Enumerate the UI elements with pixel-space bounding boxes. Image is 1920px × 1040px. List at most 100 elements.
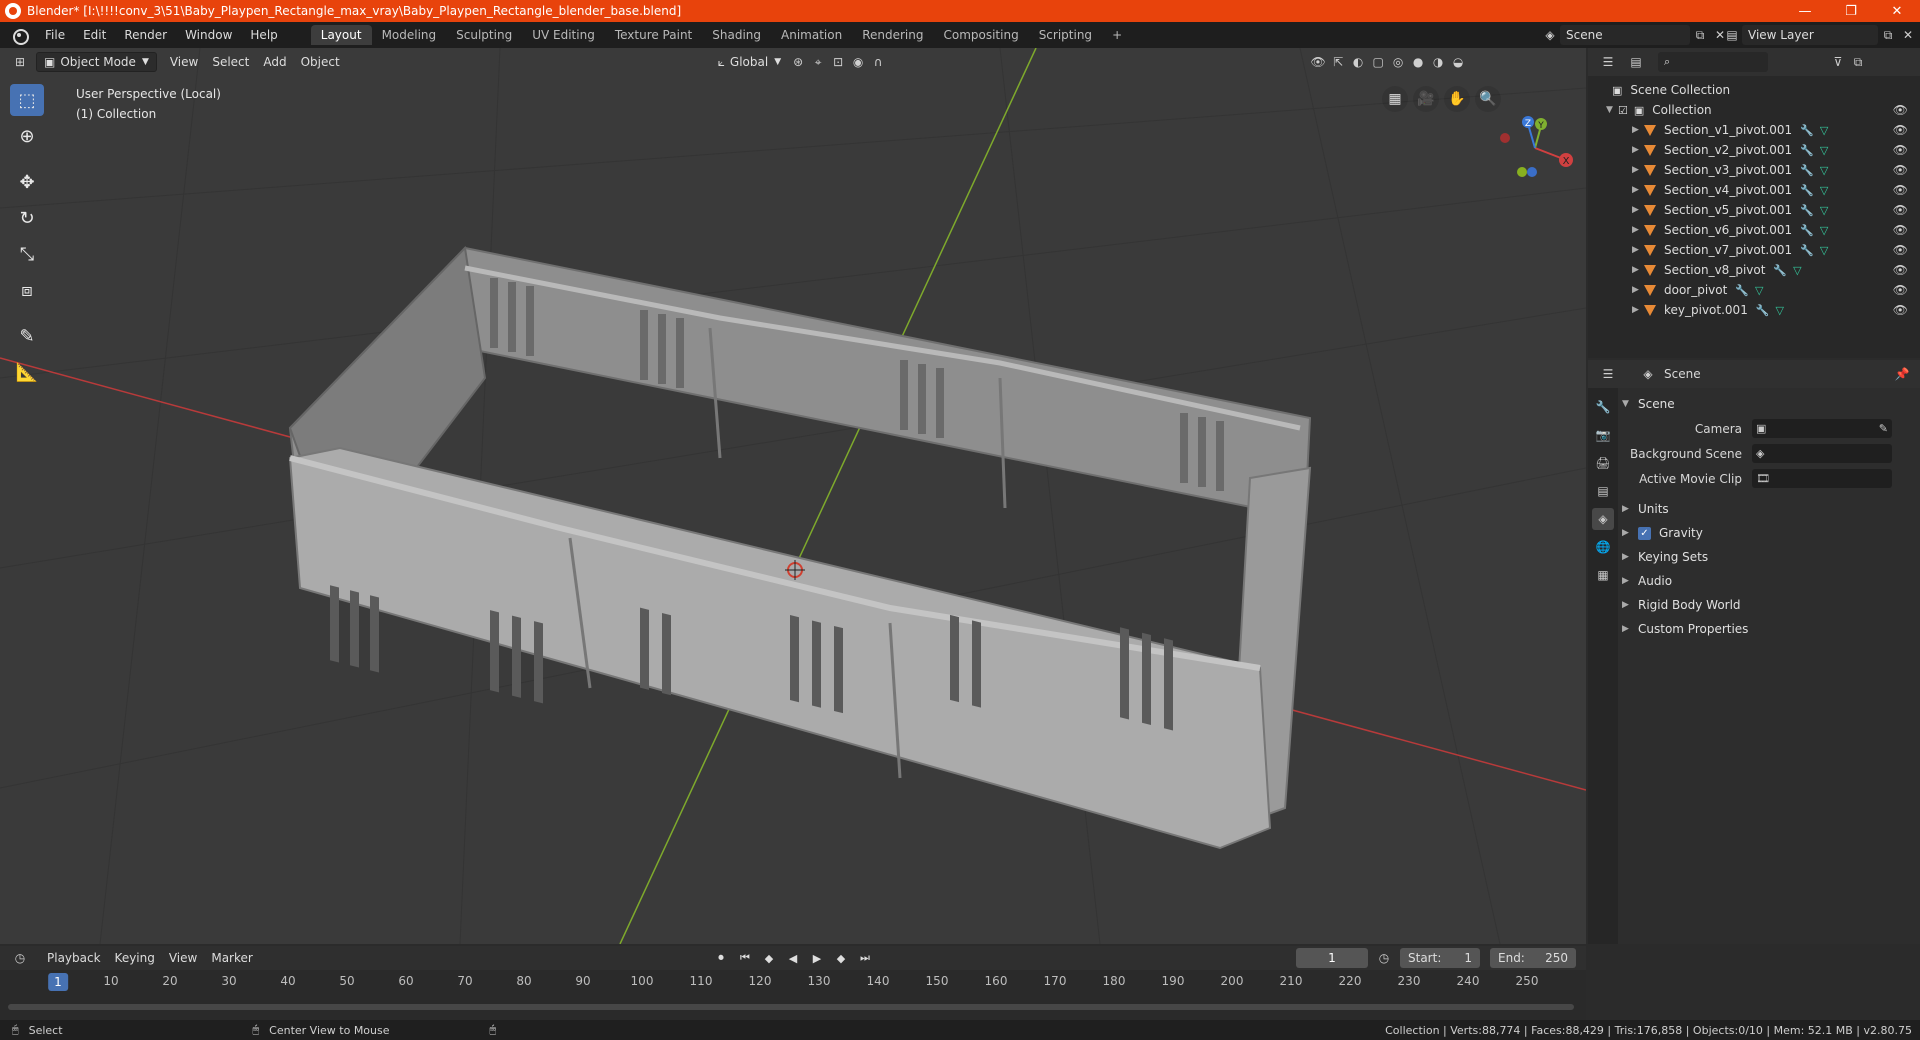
expand-arrow-icon[interactable]: ▶ xyxy=(1632,245,1644,255)
mesh-data-icon[interactable]: ▽ xyxy=(1820,244,1828,257)
new-collection-icon[interactable]: ⧉ xyxy=(1848,52,1868,72)
proportional-edit-icon[interactable]: ◉ xyxy=(848,52,868,72)
end-frame-field[interactable]: End: 250 xyxy=(1490,948,1576,968)
modifier-wrench-icon[interactable]: 🔧 xyxy=(1800,244,1814,257)
3d-viewport[interactable]: ⊞ ▣ Object Mode ▼ View Select Add Object… xyxy=(0,48,1586,944)
view-layer-name-field[interactable]: View Layer xyxy=(1742,25,1878,45)
outliner-object-row[interactable]: ▶ Section_v5_pivot.001 🔧 ▽ 👁 xyxy=(1588,200,1920,220)
tab-animation[interactable]: Animation xyxy=(771,25,852,45)
menu-render[interactable]: Render xyxy=(115,22,176,48)
viewport-scene[interactable] xyxy=(0,48,1586,944)
scene-selector[interactable]: ◈ Scene ⧉ ✕ xyxy=(1540,25,1730,45)
expand-arrow-icon[interactable]: ▶ xyxy=(1632,265,1644,275)
editor-type-icon[interactable]: ◷ xyxy=(10,948,30,968)
current-frame-field[interactable]: 1 xyxy=(1296,948,1368,968)
scene-collection-row[interactable]: ▣ Scene Collection xyxy=(1588,80,1920,100)
frame-ruler[interactable]: 1 10 20 30 40 50 60 70 80 90 100 110 120… xyxy=(0,970,1586,994)
minimize-button[interactable]: — xyxy=(1782,0,1828,22)
tab-shading[interactable]: Shading xyxy=(702,25,771,45)
mesh-data-icon[interactable]: ▽ xyxy=(1793,264,1801,277)
outliner-object-row[interactable]: ▶ Section_v8_pivot 🔧 ▽ 👁 xyxy=(1588,260,1920,280)
menu-edit[interactable]: Edit xyxy=(74,22,115,48)
tab-uv-editing[interactable]: UV Editing xyxy=(522,25,605,45)
stopwatch-icon[interactable]: ◷ xyxy=(1374,948,1394,968)
texture-tab-icon[interactable]: ▦ xyxy=(1592,564,1614,586)
add-menu[interactable]: Add xyxy=(256,52,293,72)
rendered-shading-icon[interactable]: ◒ xyxy=(1448,52,1468,72)
xray-toggle-icon[interactable]: ▢ xyxy=(1368,52,1388,72)
navigation-gizmo[interactable]: X Y Z xyxy=(1370,88,1580,208)
outliner-object-row[interactable]: ▶ Section_v3_pivot.001 🔧 ▽ 👁 xyxy=(1588,160,1920,180)
mesh-data-icon[interactable]: ▽ xyxy=(1776,304,1784,317)
expand-arrow-icon[interactable]: ▶ xyxy=(1622,624,1638,634)
new-scene-icon[interactable]: ⧉ xyxy=(1690,25,1710,45)
wireframe-shading-icon[interactable]: ◎ xyxy=(1388,52,1408,72)
units-panel-header[interactable]: ▶ Units xyxy=(1622,497,1918,521)
tab-sculpting[interactable]: Sculpting xyxy=(446,25,522,45)
delete-view-layer-icon[interactable]: ✕ xyxy=(1898,25,1918,45)
world-tab-icon[interactable]: 🌐 xyxy=(1592,536,1614,558)
tool-tab-icon[interactable]: 🔧 xyxy=(1592,396,1614,418)
pin-icon[interactable]: 📌 xyxy=(1892,364,1912,384)
collapse-arrow-icon[interactable]: ▼ xyxy=(1606,105,1618,115)
add-workspace-button[interactable]: + xyxy=(1102,25,1132,45)
rigid-body-world-panel-header[interactable]: ▶ Rigid Body World xyxy=(1622,593,1918,617)
eye-icon[interactable]: 👁 xyxy=(1893,103,1908,117)
expand-arrow-icon[interactable]: ▶ xyxy=(1632,285,1644,295)
mesh-data-icon[interactable]: ▽ xyxy=(1755,284,1763,297)
outliner-search-input[interactable]: ⌕ xyxy=(1658,52,1768,72)
measure-tool-icon[interactable]: 📐 xyxy=(10,356,44,388)
render-tab-icon[interactable]: 📷 xyxy=(1592,424,1614,446)
start-frame-field[interactable]: Start: 1 xyxy=(1400,948,1480,968)
eyedropper-icon[interactable]: ✎ xyxy=(1879,422,1888,435)
next-keyframe-icon[interactable]: ◆ xyxy=(832,948,850,968)
scene-panel-header[interactable]: ▼ Scene xyxy=(1622,392,1918,416)
new-view-layer-icon[interactable]: ⧉ xyxy=(1878,25,1898,45)
object-menu[interactable]: Object xyxy=(294,52,347,72)
prev-keyframe-icon[interactable]: ◆ xyxy=(760,948,778,968)
transform-tool-icon[interactable]: ⧈ xyxy=(10,274,44,306)
overlay-toggle-icon[interactable]: ◐ xyxy=(1348,52,1368,72)
keying-sets-panel-header[interactable]: ▶ Keying Sets xyxy=(1622,545,1918,569)
mesh-data-icon[interactable]: ▽ xyxy=(1820,224,1828,237)
select-menu[interactable]: Select xyxy=(205,52,256,72)
snap-icon[interactable]: ⌖ xyxy=(808,52,828,72)
visibility-icon[interactable]: 👁 xyxy=(1308,52,1328,72)
pivot-point-icon[interactable]: ⊛ xyxy=(788,52,808,72)
material-shading-icon[interactable]: ◑ xyxy=(1428,52,1448,72)
expand-arrow-icon[interactable]: ▶ xyxy=(1632,225,1644,235)
playhead-frame-indicator[interactable]: 1 xyxy=(48,973,68,991)
expand-arrow-icon[interactable]: ▶ xyxy=(1622,504,1638,514)
move-tool-icon[interactable]: ✥ xyxy=(10,166,44,198)
blender-menu-icon[interactable] xyxy=(10,26,29,45)
outliner-object-row[interactable]: ▶ Section_v6_pivot.001 🔧 ▽ 👁 xyxy=(1588,220,1920,240)
display-mode-icon[interactable]: ▤ xyxy=(1626,52,1646,72)
mesh-data-icon[interactable]: ▽ xyxy=(1820,184,1828,197)
collection-row[interactable]: ▼ ☑ ▣ Collection 👁 xyxy=(1588,100,1920,120)
expand-arrow-icon[interactable]: ▶ xyxy=(1622,528,1638,538)
mesh-data-icon[interactable]: ▽ xyxy=(1820,124,1828,137)
gizmo-toggle-icon[interactable]: ⇱ xyxy=(1328,52,1348,72)
checkbox-icon[interactable]: ☑ xyxy=(1618,104,1628,117)
play-icon[interactable]: ▶ xyxy=(808,948,826,968)
modifier-wrench-icon[interactable]: 🔧 xyxy=(1800,144,1814,157)
audio-panel-header[interactable]: ▶ Audio xyxy=(1622,569,1918,593)
modifier-wrench-icon[interactable]: 🔧 xyxy=(1800,164,1814,177)
timeline-scrollbar[interactable] xyxy=(8,1004,1574,1010)
marker-menu[interactable]: Marker xyxy=(204,951,259,965)
maximize-button[interactable]: ❐ xyxy=(1828,0,1874,22)
eye-icon[interactable]: 👁 xyxy=(1893,143,1908,157)
expand-arrow-icon[interactable]: ▶ xyxy=(1622,552,1638,562)
playpen-model[interactable] xyxy=(288,245,1312,850)
expand-arrow-icon[interactable]: ▶ xyxy=(1632,205,1644,215)
playback-menu[interactable]: Playback xyxy=(40,951,108,965)
scene-name-field[interactable]: Scene xyxy=(1560,25,1690,45)
jump-end-icon[interactable]: ⏭ xyxy=(856,948,874,968)
tab-compositing[interactable]: Compositing xyxy=(933,25,1028,45)
snap-target-icon[interactable]: ⊡ xyxy=(828,52,848,72)
keying-menu[interactable]: Keying xyxy=(108,951,162,965)
eye-icon[interactable]: 👁 xyxy=(1893,263,1908,277)
record-icon[interactable]: ⏺ xyxy=(712,948,730,968)
jump-start-icon[interactable]: ⏮ xyxy=(736,948,754,968)
expand-arrow-icon[interactable]: ▶ xyxy=(1632,165,1644,175)
